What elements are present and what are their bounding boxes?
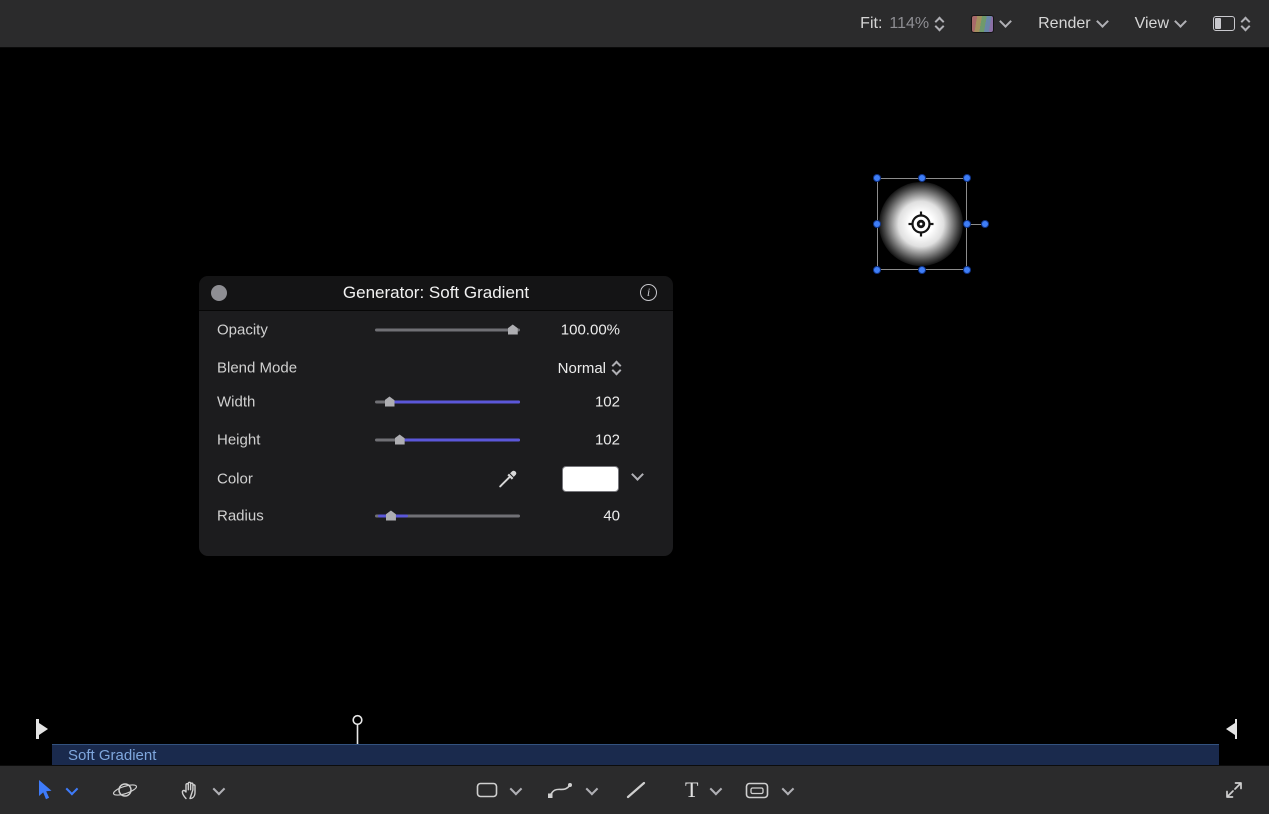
slider-thumb[interactable] bbox=[385, 397, 395, 407]
pan-tool-menu-chevron-icon[interactable] bbox=[213, 782, 226, 795]
view-menu[interactable]: View bbox=[1135, 15, 1185, 33]
blend-mode-popup[interactable]: Normal bbox=[558, 353, 620, 383]
mini-timeline[interactable] bbox=[0, 714, 1269, 744]
play-range-out-marker[interactable] bbox=[1226, 719, 1238, 739]
hud-title-bar[interactable]: Generator: Soft Gradient i bbox=[199, 276, 673, 311]
info-icon[interactable]: i bbox=[640, 284, 657, 301]
slider-thumb[interactable] bbox=[508, 325, 518, 335]
bezier-pen-icon bbox=[547, 780, 573, 800]
mask-icon bbox=[745, 782, 769, 799]
render-menu[interactable]: Render bbox=[1038, 15, 1106, 33]
selection-handle[interactable] bbox=[981, 220, 989, 228]
text-tool-menu-chevron-icon[interactable] bbox=[710, 782, 723, 795]
mask-tool-menu-chevron-icon[interactable] bbox=[782, 782, 795, 795]
chevron-down-icon bbox=[999, 15, 1012, 28]
view-label: View bbox=[1135, 15, 1169, 33]
height-value: 102 bbox=[595, 432, 620, 449]
height-label: Height bbox=[217, 432, 260, 449]
paint-stroke-icon bbox=[625, 780, 647, 800]
layout-stepper-icon bbox=[1242, 18, 1249, 30]
play-range-in-marker[interactable] bbox=[36, 719, 48, 739]
bezier-tool-menu-chevron-icon[interactable] bbox=[586, 782, 599, 795]
select-tool-menu-chevron-icon[interactable] bbox=[66, 782, 79, 795]
timeline-clip-soft-gradient[interactable]: Soft Gradient bbox=[52, 744, 1219, 765]
opacity-slider[interactable] bbox=[375, 315, 520, 345]
slider-track bbox=[375, 329, 520, 332]
transform-3d-tool[interactable] bbox=[111, 780, 139, 800]
height-slider[interactable] bbox=[375, 425, 520, 455]
blend-mode-label: Blend Mode bbox=[217, 360, 297, 377]
select-arrow-icon bbox=[36, 779, 54, 801]
color-label: Color bbox=[217, 471, 253, 488]
rectangle-tool[interactable] bbox=[476, 782, 498, 798]
slider-thumb[interactable] bbox=[386, 511, 396, 521]
width-slider[interactable] bbox=[375, 387, 520, 417]
hand-icon bbox=[179, 779, 201, 801]
anchor-target-icon[interactable] bbox=[907, 210, 935, 238]
radius-slider[interactable] bbox=[375, 501, 520, 531]
opacity-label: Opacity bbox=[217, 322, 268, 339]
opacity-value: 100.00% bbox=[561, 322, 620, 339]
selection-handle[interactable] bbox=[918, 266, 926, 274]
image-mask-tool[interactable] bbox=[745, 782, 769, 799]
motion-app-window: Fit: 114% Render View bbox=[0, 0, 1269, 814]
select-transform-tool[interactable] bbox=[36, 779, 54, 801]
selection-handle[interactable] bbox=[963, 220, 971, 228]
slider-thumb[interactable] bbox=[395, 435, 405, 445]
hud-panel: Generator: Soft Gradient i Opacity 100.0… bbox=[199, 276, 673, 556]
radius-label: Radius bbox=[217, 508, 264, 525]
canvas-stage[interactable]: Generator: Soft Gradient i Opacity 100.0… bbox=[0, 48, 1269, 714]
selection-handle[interactable] bbox=[873, 266, 881, 274]
slider-fill bbox=[394, 401, 520, 404]
layout-control[interactable] bbox=[1213, 16, 1249, 31]
hud-title: Generator: Soft Gradient bbox=[199, 283, 673, 303]
pan-tool[interactable] bbox=[179, 779, 201, 801]
shape-tool-menu-chevron-icon[interactable] bbox=[510, 782, 523, 795]
slider-fill bbox=[404, 439, 520, 442]
render-label: Render bbox=[1038, 15, 1090, 33]
zoom-stepper-icon[interactable] bbox=[936, 18, 943, 30]
chevron-down-icon bbox=[1096, 15, 1109, 28]
selection-handle[interactable] bbox=[918, 174, 926, 182]
width-value: 102 bbox=[595, 394, 620, 411]
popup-stepper-icon bbox=[613, 362, 620, 374]
window-layout-icon bbox=[1213, 16, 1235, 31]
fit-label: Fit: bbox=[860, 15, 882, 33]
selection-handle[interactable] bbox=[873, 220, 881, 228]
eyedropper-icon[interactable] bbox=[497, 468, 519, 490]
expand-timeline-button[interactable] bbox=[1223, 779, 1245, 801]
blend-mode-value: Normal bbox=[558, 360, 606, 377]
bezier-tool[interactable] bbox=[547, 780, 573, 800]
selection-handle[interactable] bbox=[873, 174, 881, 182]
clip-label: Soft Gradient bbox=[68, 747, 156, 764]
radius-value: 40 bbox=[603, 508, 620, 525]
color-swatch[interactable] bbox=[562, 466, 619, 492]
zoom-value: 114% bbox=[889, 15, 929, 33]
rectangle-icon bbox=[476, 782, 498, 798]
channel-color-control[interactable] bbox=[971, 15, 1010, 33]
selection-handle[interactable] bbox=[963, 174, 971, 182]
orbit-3d-icon bbox=[111, 780, 139, 800]
zoom-control[interactable]: Fit: 114% bbox=[860, 15, 943, 33]
top-toolbar: Fit: 114% Render View bbox=[0, 0, 1269, 48]
color-channels-icon bbox=[971, 15, 994, 33]
paint-stroke-tool[interactable] bbox=[625, 780, 647, 800]
bottom-toolbar: T bbox=[0, 765, 1269, 814]
text-tool[interactable]: T bbox=[685, 777, 698, 803]
playhead[interactable] bbox=[351, 714, 364, 744]
chevron-down-icon bbox=[1174, 15, 1187, 28]
width-label: Width bbox=[217, 394, 255, 411]
chevron-down-icon[interactable] bbox=[631, 468, 644, 481]
selection-handle[interactable] bbox=[963, 266, 971, 274]
expand-arrows-icon bbox=[1223, 779, 1245, 801]
